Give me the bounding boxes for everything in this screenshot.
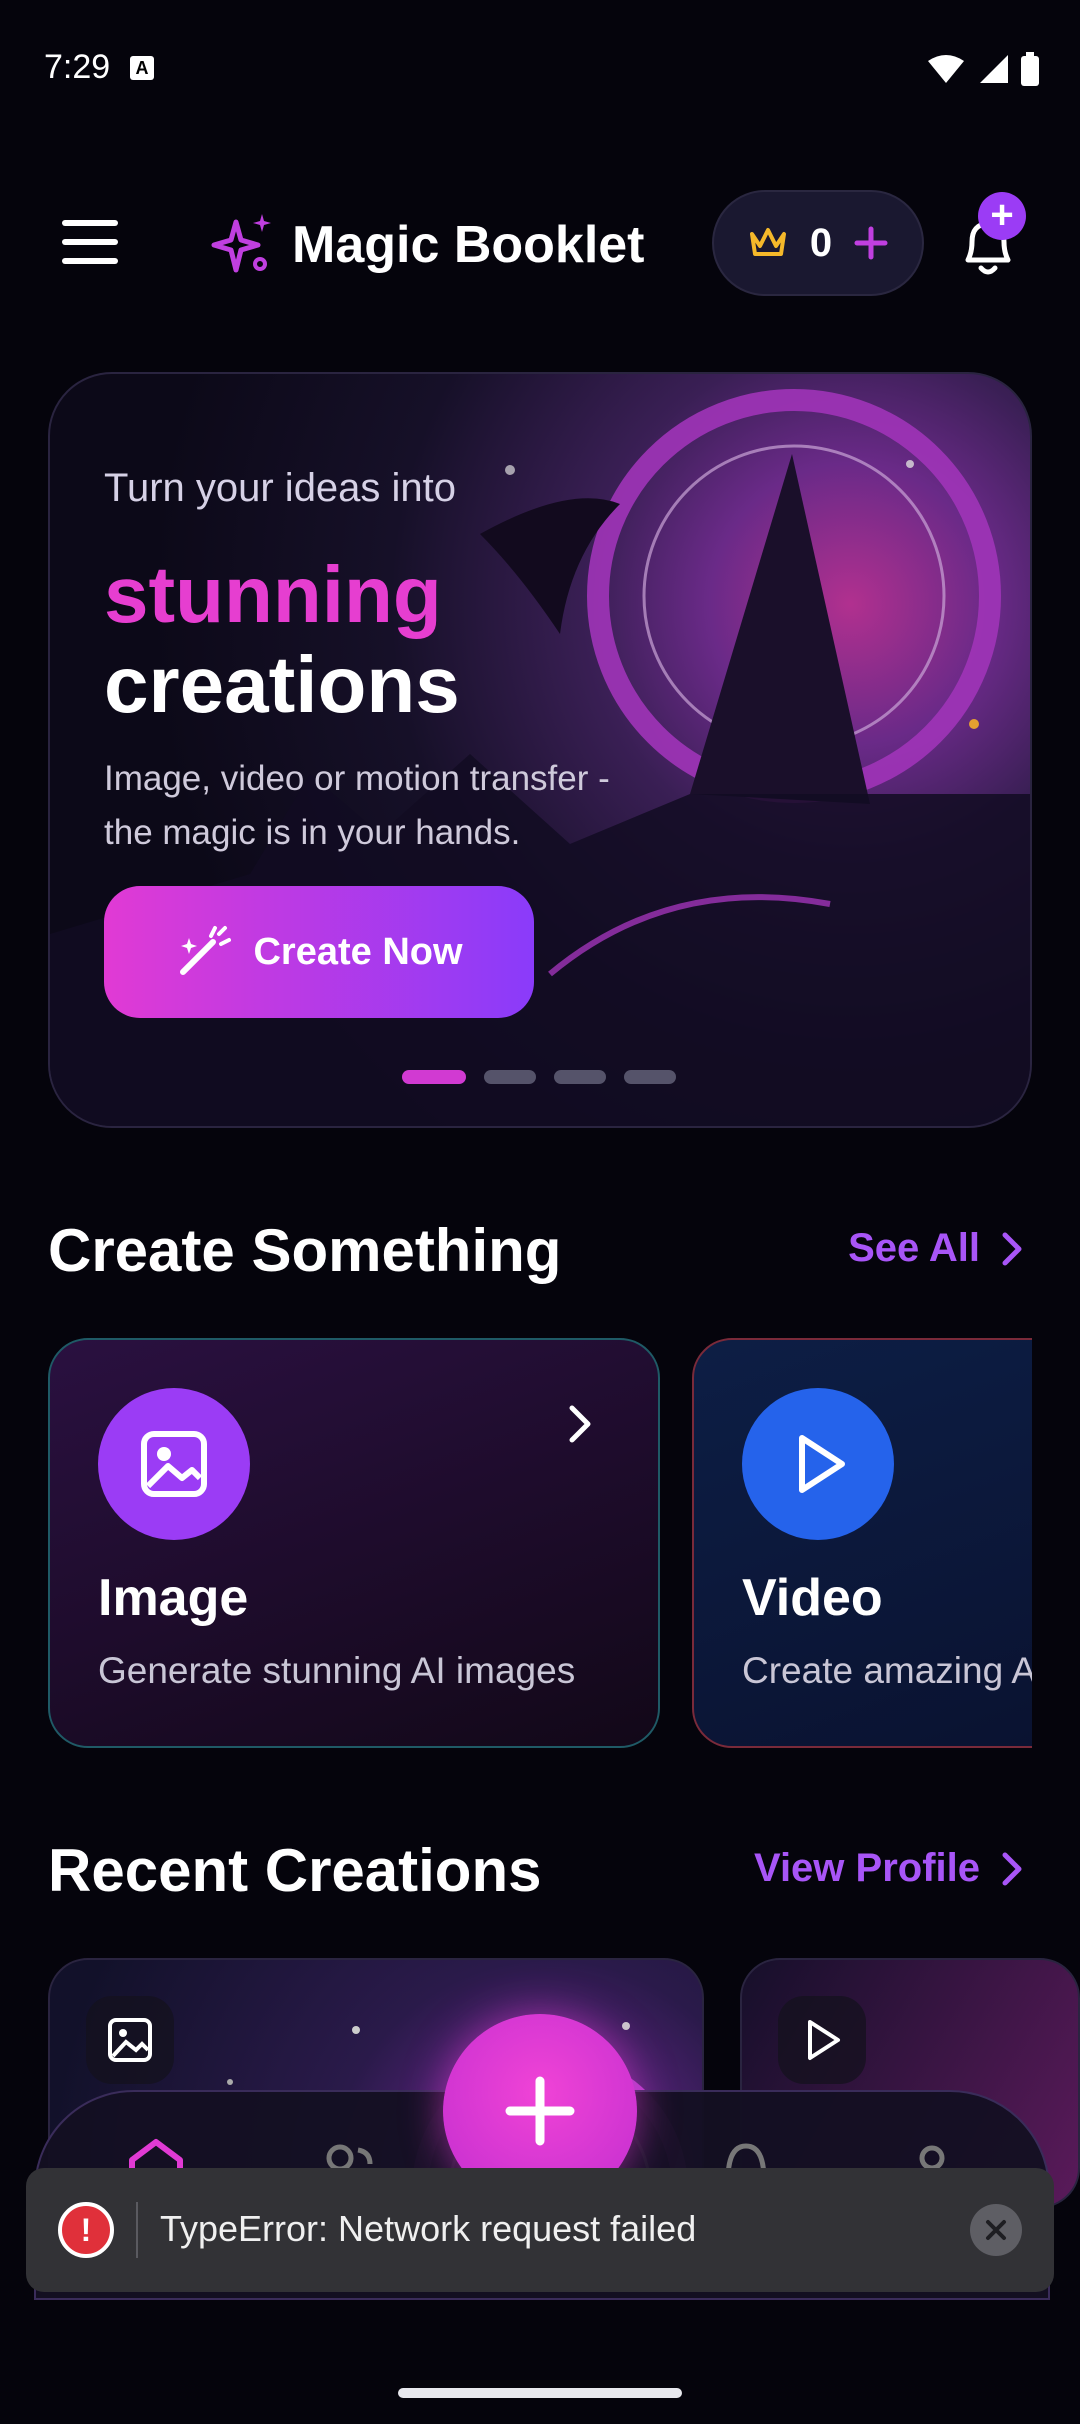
credits-button[interactable]: 0 [712, 190, 924, 296]
hero-banner[interactable]: Turn your ideas into stunning creations … [48, 372, 1032, 1128]
create-now-label: Create Now [253, 930, 463, 973]
carousel-dot[interactable] [554, 1070, 606, 1084]
signal-icon [980, 55, 1008, 83]
brand-logo: Magic Booklet [210, 212, 645, 278]
error-icon: ! [58, 2202, 114, 2258]
card-title: Image [98, 1569, 249, 1627]
hero-pretitle: Turn your ideas into [104, 466, 457, 510]
create-section-title: Create Something [48, 1217, 562, 1284]
plus-icon [505, 2076, 575, 2146]
carousel-dot[interactable] [402, 1070, 466, 1084]
toast-message: TypeError: Network request failed [160, 2208, 697, 2249]
view-profile-label: View Profile [753, 1846, 980, 1890]
notification-plus-badge: + [978, 192, 1026, 240]
crown-icon [749, 228, 786, 256]
recent-section-title: Recent Creations [48, 1837, 542, 1904]
close-icon[interactable] [970, 2204, 1022, 2256]
credits-count: 0 [809, 220, 833, 265]
system-status-icons [926, 52, 1040, 86]
chevron-right-icon [1002, 1232, 1022, 1265]
battery-icon [1021, 52, 1039, 86]
carousel-dot[interactable] [484, 1070, 536, 1084]
play-icon [778, 1996, 866, 2084]
create-video-card[interactable]: Video Create amazing AI videos [692, 1338, 1080, 1748]
play-icon [742, 1388, 894, 1540]
add-credits-icon [854, 226, 888, 260]
hero-description: Image, video or motion transfer - the ma… [104, 759, 610, 852]
hamburger-menu-icon[interactable] [60, 212, 120, 272]
status-time: 7:29 [44, 48, 111, 86]
view-profile-link[interactable]: View Profile [754, 1846, 1022, 1891]
create-image-card[interactable]: Image Generate stunning AI images [48, 1338, 660, 1748]
carousel-indicators [402, 1070, 676, 1084]
notification-indicator-icon: A [130, 56, 154, 80]
chevron-right-icon [1002, 1852, 1022, 1885]
toast-divider [136, 2202, 138, 2258]
sparkle-icon [211, 214, 271, 273]
hero-title-main: creations [104, 640, 460, 729]
card-description: Generate stunning AI images [98, 1650, 576, 1691]
card-description: Create amazing AI videos [742, 1650, 1080, 1691]
image-icon [86, 1996, 174, 2084]
chevron-right-icon [569, 1405, 591, 1443]
create-now-button[interactable]: Create Now [104, 886, 534, 1018]
image-icon [98, 1388, 250, 1540]
app-title: Magic Booklet [292, 216, 645, 274]
see-all-link[interactable]: See All [848, 1226, 1022, 1271]
error-toast: ! TypeError: Network request failed [26, 2168, 1054, 2292]
wifi-icon [928, 55, 964, 83]
hero-title-highlight: stunning [104, 550, 442, 639]
see-all-label: See All [848, 1226, 980, 1270]
magic-wand-icon [180, 926, 232, 975]
home-gesture-bar[interactable] [398, 2388, 682, 2398]
carousel-dot[interactable] [624, 1070, 676, 1084]
card-title: Video [742, 1569, 883, 1627]
